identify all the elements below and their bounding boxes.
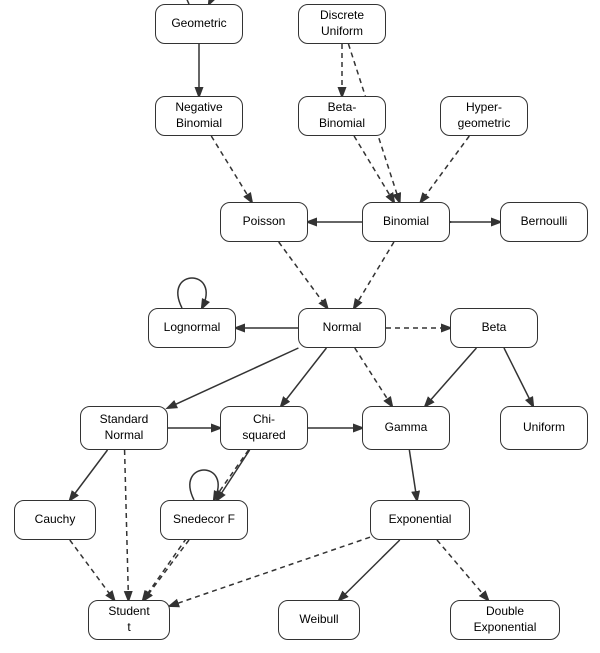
node-beta_binomial: Beta- Binomial (298, 96, 386, 136)
node-poisson: Poisson (220, 202, 308, 242)
node-beta: Beta (450, 308, 538, 348)
node-geometric: Geometric (155, 4, 243, 44)
node-discrete_uniform: Discrete Uniform (298, 4, 386, 44)
node-negative_binomial: Negative Binomial (155, 96, 243, 136)
node-lognormal: Lognormal (148, 308, 236, 348)
node-double_exponential: Double Exponential (450, 600, 560, 640)
node-gamma: Gamma (362, 406, 450, 450)
node-bernoulli: Bernoulli (500, 202, 588, 242)
node-snedecor_f: Snedecor F (160, 500, 248, 540)
node-weibull: Weibull (278, 600, 360, 640)
node-normal: Normal (298, 308, 386, 348)
node-uniform: Uniform (500, 406, 588, 450)
node-exponential: Exponential (370, 500, 470, 540)
node-cauchy: Cauchy (14, 500, 96, 540)
node-hypergeometric: Hyper- geometric (440, 96, 528, 136)
node-binomial: Binomial (362, 202, 450, 242)
node-chi_squared: Chi- squared (220, 406, 308, 450)
probability-diagram: Discrete Uniform Geometric Negative Binomi… (0, 0, 600, 653)
node-student_t: Student t (88, 600, 170, 640)
node-standard_normal: Standard Normal (80, 406, 168, 450)
